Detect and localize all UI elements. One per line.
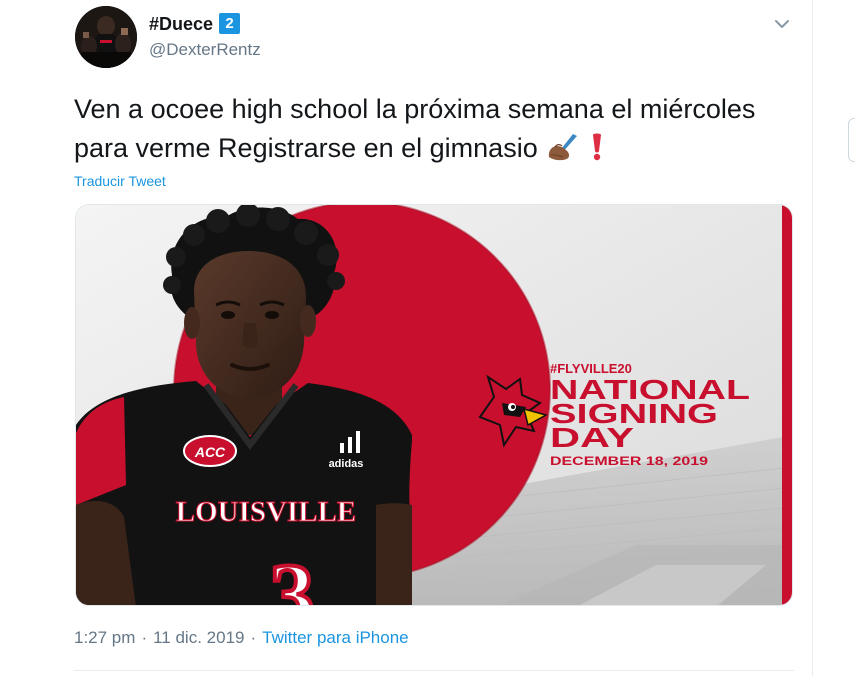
column-divider <box>812 0 813 676</box>
tweet-card: #Duece 2 @DexterRentz Ven a ocoee high s… <box>0 0 812 676</box>
exclamation-icon <box>590 132 604 162</box>
user-handle[interactable]: @DexterRentz <box>149 40 261 60</box>
avatar[interactable] <box>75 6 137 68</box>
side-panel-edge <box>848 118 855 162</box>
tweet-image[interactable]: ACC adidas LOUISVILLE 3 #FLYVILLE20 NATI… <box>75 204 793 606</box>
tweet-text: Ven a ocoee high school la próxima seman… <box>74 90 784 168</box>
writing-hand-icon <box>546 132 580 162</box>
adidas-text: adidas <box>329 458 364 470</box>
jersey-text: LOUISVILLE <box>176 496 357 528</box>
red-edge-stripe <box>782 205 792 605</box>
translate-tweet-link[interactable]: Traducir Tweet <box>74 173 166 189</box>
divider <box>74 670 794 671</box>
event-date: DECEMBER 18, 2019 <box>550 454 708 468</box>
tweet-source-link[interactable]: Twitter para iPhone <box>262 628 408 647</box>
tweet-date[interactable]: 11 dic. 2019 <box>153 628 244 647</box>
tweet-body: Ven a ocoee high school la próxima seman… <box>74 94 756 163</box>
meta-separator: · <box>141 628 148 647</box>
jersey-number: 3 <box>270 546 315 606</box>
tweet-meta: 1:27 pm · 11 dic. 2019 · Twitter para iPhone <box>74 628 409 648</box>
headline-line3: DAY <box>550 422 634 453</box>
meta-separator: · <box>250 628 257 647</box>
number-badge: 2 <box>219 13 240 34</box>
display-name[interactable]: #Duece <box>149 14 213 35</box>
acc-patch-text: ACC <box>194 444 226 460</box>
tweet-time[interactable]: 1:27 pm <box>74 628 135 647</box>
chevron-down-icon[interactable] <box>772 14 792 34</box>
